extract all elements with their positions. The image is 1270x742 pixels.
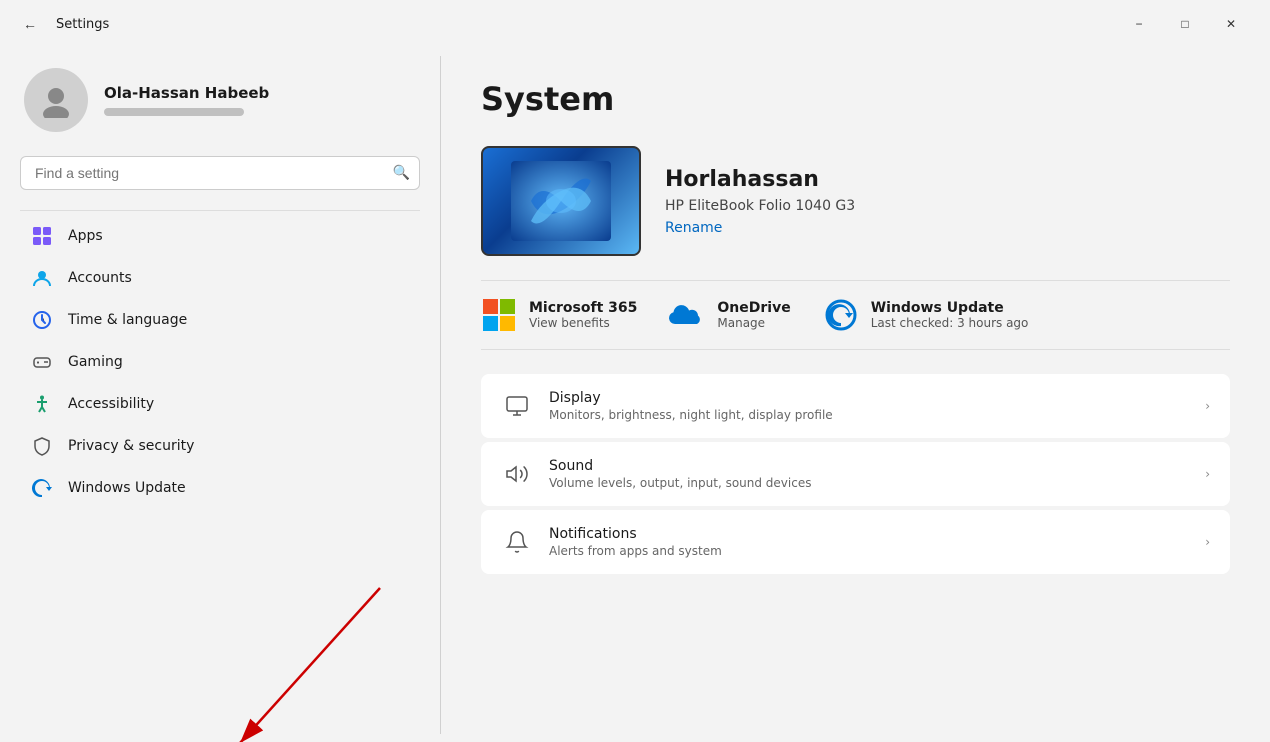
sidebar-item-time-label: Time & language (68, 312, 187, 328)
sidebar-item-accessibility-label: Accessibility (68, 396, 154, 412)
windows-update-service-name: Windows Update (871, 300, 1029, 316)
notifications-desc: Alerts from apps and system (549, 544, 1189, 558)
user-section: Ola-Hassan Habeeb (0, 48, 440, 152)
sidebar-item-privacy-security[interactable]: Privacy & security (8, 426, 432, 466)
notifications-icon (501, 526, 533, 558)
page-title: System (481, 80, 1230, 118)
search-box: 🔍 (20, 156, 420, 190)
display-name: Display (549, 390, 1189, 406)
settings-item-display[interactable]: Display Monitors, brightness, night ligh… (481, 374, 1230, 438)
minimize-button[interactable]: − (1116, 8, 1162, 40)
settings-list: Display Monitors, brightness, night ligh… (481, 374, 1230, 574)
service-onedrive[interactable]: OneDrive Manage (669, 297, 790, 333)
close-button[interactable]: ✕ (1208, 8, 1254, 40)
content-area: System Horl (441, 48, 1270, 742)
sound-chevron: › (1205, 467, 1210, 481)
microsoft365-icon (481, 297, 517, 333)
windows-update-service-sub: Last checked: 3 hours ago (871, 316, 1029, 330)
sound-name: Sound (549, 458, 1189, 474)
accessibility-icon (32, 394, 52, 414)
device-card: Horlahassan HP EliteBook Folio 1040 G3 R… (481, 146, 1230, 256)
device-model: HP EliteBook Folio 1040 G3 (665, 198, 855, 214)
display-icon (501, 390, 533, 422)
sidebar-item-time-language[interactable]: Time & language (8, 300, 432, 340)
display-chevron: › (1205, 399, 1210, 413)
onedrive-name: OneDrive (717, 300, 790, 316)
sidebar-divider (440, 56, 441, 734)
sidebar: Ola-Hassan Habeeb 🔍 (0, 48, 440, 742)
sidebar-item-accounts-label: Accounts (68, 270, 132, 286)
gaming-icon (32, 352, 52, 372)
sidebar-item-accounts[interactable]: Accounts (8, 258, 432, 298)
display-desc: Monitors, brightness, night light, displ… (549, 408, 1189, 422)
back-button[interactable]: ← (16, 10, 44, 38)
onedrive-icon (669, 297, 705, 333)
notifications-chevron: › (1205, 535, 1210, 549)
onedrive-sub: Manage (717, 316, 790, 330)
sound-desc: Volume levels, output, input, sound devi… (549, 476, 1189, 490)
sidebar-item-update-label: Windows Update (68, 480, 186, 496)
update-icon (32, 478, 52, 498)
sidebar-item-apps-label: Apps (68, 228, 103, 244)
rename-link[interactable]: Rename (665, 220, 855, 236)
app-title: Settings (56, 17, 109, 32)
windows-update-service-icon (823, 297, 859, 333)
sound-icon (501, 458, 533, 490)
device-name: Horlahassan (665, 167, 855, 192)
avatar (24, 68, 88, 132)
device-image (481, 146, 641, 256)
service-windows-update[interactable]: Windows Update Last checked: 3 hours ago (823, 297, 1029, 333)
microsoft365-sub: View benefits (529, 316, 637, 330)
sidebar-item-gaming-label: Gaming (68, 354, 123, 370)
microsoft365-name: Microsoft 365 (529, 300, 637, 316)
sidebar-item-privacy-label: Privacy & security (68, 438, 194, 454)
user-name: Ola-Hassan Habeeb (104, 84, 269, 102)
notifications-name: Notifications (549, 526, 1189, 542)
settings-item-notifications[interactable]: Notifications Alerts from apps and syste… (481, 510, 1230, 574)
accounts-icon (32, 268, 52, 288)
services-row: Microsoft 365 View benefits OneDrive Man… (481, 280, 1230, 350)
service-microsoft365[interactable]: Microsoft 365 View benefits (481, 297, 637, 333)
sidebar-item-windows-update[interactable]: Windows Update (8, 468, 432, 508)
time-icon (32, 310, 52, 330)
maximize-button[interactable]: □ (1162, 8, 1208, 40)
apps-icon (32, 226, 52, 246)
privacy-icon (32, 436, 52, 456)
sidebar-item-gaming[interactable]: Gaming (8, 342, 432, 382)
sidebar-item-apps[interactable]: Apps (8, 216, 432, 256)
settings-item-sound[interactable]: Sound Volume levels, output, input, soun… (481, 442, 1230, 506)
user-bar-placeholder (104, 108, 244, 116)
nav-divider (20, 210, 420, 211)
device-info: Horlahassan HP EliteBook Folio 1040 G3 R… (665, 167, 855, 236)
sidebar-item-accessibility[interactable]: Accessibility (8, 384, 432, 424)
search-input[interactable] (20, 156, 420, 190)
